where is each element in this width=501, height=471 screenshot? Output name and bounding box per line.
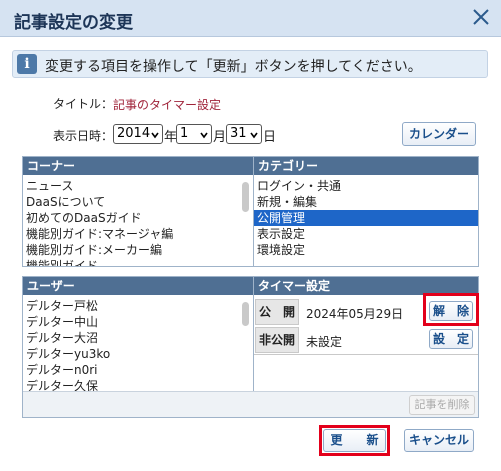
release-highlight bbox=[423, 293, 479, 326]
publish-date: 2024年05月29日 bbox=[306, 307, 404, 321]
user-item[interactable]: デルター久保 bbox=[23, 378, 241, 391]
year-select[interactable]: 2014 bbox=[113, 124, 163, 144]
corner-item[interactable]: ニュース bbox=[23, 178, 241, 194]
corner-scrollbar[interactable] bbox=[241, 178, 251, 266]
user-item[interactable]: デルター中山 bbox=[23, 314, 241, 330]
user-timer-panel: ユーザー タイマー設定 デルター戸松 デルター中山 デルター大沼 デルターyu3… bbox=[22, 276, 479, 418]
unpublish-label: 非公開 bbox=[255, 327, 299, 353]
category-item[interactable]: 環境設定 bbox=[254, 242, 478, 258]
dialog-titlebar: 記事設定の変更 bbox=[0, 0, 501, 37]
date-label: 表示日時： bbox=[53, 129, 114, 143]
user-item[interactable]: デルター大沼 bbox=[23, 330, 241, 346]
delete-article-button[interactable]: 記事を削除 bbox=[409, 395, 475, 415]
chevron-down-icon bbox=[250, 132, 258, 139]
publish-label: 公 開 bbox=[255, 299, 299, 325]
category-list[interactable]: ログイン・共通 新規・編集 公開管理 表示設定 環境設定 bbox=[254, 178, 478, 266]
corner-item[interactable]: 機能別ガイド... bbox=[23, 258, 241, 266]
corner-header: コーナー bbox=[23, 157, 253, 175]
calendar-button[interactable]: カレンダー bbox=[402, 122, 476, 146]
day-unit: 日 bbox=[263, 130, 277, 145]
user-item[interactable]: デルターn0ri bbox=[23, 362, 241, 378]
month-value: 1 bbox=[180, 126, 189, 141]
user-item[interactable]: デルター戸松 bbox=[23, 298, 241, 314]
corner-item[interactable]: DaaSについて bbox=[23, 194, 241, 210]
info-message: i 変更する項目を操作して「更新」ボタンを押してください。 bbox=[12, 50, 488, 78]
cancel-button[interactable]: キャンセル bbox=[404, 429, 474, 452]
user-header: ユーザー bbox=[23, 277, 253, 295]
chevron-down-icon bbox=[200, 132, 208, 139]
info-text: 変更する項目を操作して「更新」ボタンを押してください。 bbox=[45, 59, 422, 75]
user-list[interactable]: デルター戸松 デルター中山 デルター大沼 デルターyu3ko デルターn0ri … bbox=[23, 298, 241, 391]
article-settings-dialog: 記事設定の変更 i 変更する項目を操作して「更新」ボタンを押してください。 タイ… bbox=[0, 0, 501, 471]
chevron-down-icon bbox=[151, 132, 159, 139]
year-value: 2014 bbox=[117, 126, 151, 141]
day-value: 31 bbox=[230, 126, 247, 141]
timer-divider bbox=[254, 354, 478, 355]
corner-category-panel: コーナー カテゴリー ニュース DaaSについて 初めてのDaaSガイド 機能別… bbox=[22, 156, 479, 267]
user-item[interactable]: デルターyu3ko bbox=[23, 346, 241, 362]
month-unit: 月 bbox=[213, 130, 227, 145]
scrollbar-thumb[interactable] bbox=[242, 182, 249, 212]
scrollbar-thumb[interactable] bbox=[242, 302, 249, 326]
category-item[interactable]: 表示設定 bbox=[254, 226, 478, 242]
day-select[interactable]: 31 bbox=[226, 124, 262, 144]
category-header: カテゴリー bbox=[253, 157, 478, 175]
category-item[interactable]: 新規・編集 bbox=[254, 194, 478, 210]
dialog-title: 記事設定の変更 bbox=[14, 13, 133, 33]
category-item[interactable]: ログイン・共通 bbox=[254, 178, 478, 194]
update-button[interactable]: 更 新 bbox=[323, 429, 386, 452]
corner-item[interactable]: 初めてのDaaSガイド bbox=[23, 210, 241, 226]
category-item-selected[interactable]: 公開管理 bbox=[254, 210, 478, 226]
title-value: 記事のタイマー設定 bbox=[113, 98, 222, 112]
unpublish-value: 未設定 bbox=[306, 335, 343, 349]
user-scrollbar[interactable] bbox=[241, 298, 251, 391]
info-icon: i bbox=[17, 54, 37, 74]
month-select[interactable]: 1 bbox=[176, 124, 212, 144]
corner-item[interactable]: 機能別ガイド:メーカー編 bbox=[23, 242, 241, 258]
panel-divider bbox=[253, 295, 254, 391]
title-label: タイトル： bbox=[53, 97, 114, 111]
corner-item[interactable]: 機能別ガイド:マネージャ編 bbox=[23, 226, 241, 242]
set-button[interactable]: 設 定 bbox=[429, 329, 473, 349]
panel-footer: 記事を削除 bbox=[23, 391, 478, 417]
close-icon[interactable] bbox=[471, 7, 491, 27]
corner-list[interactable]: ニュース DaaSについて 初めてのDaaSガイド 機能別ガイド:マネージャ編 … bbox=[23, 178, 241, 266]
